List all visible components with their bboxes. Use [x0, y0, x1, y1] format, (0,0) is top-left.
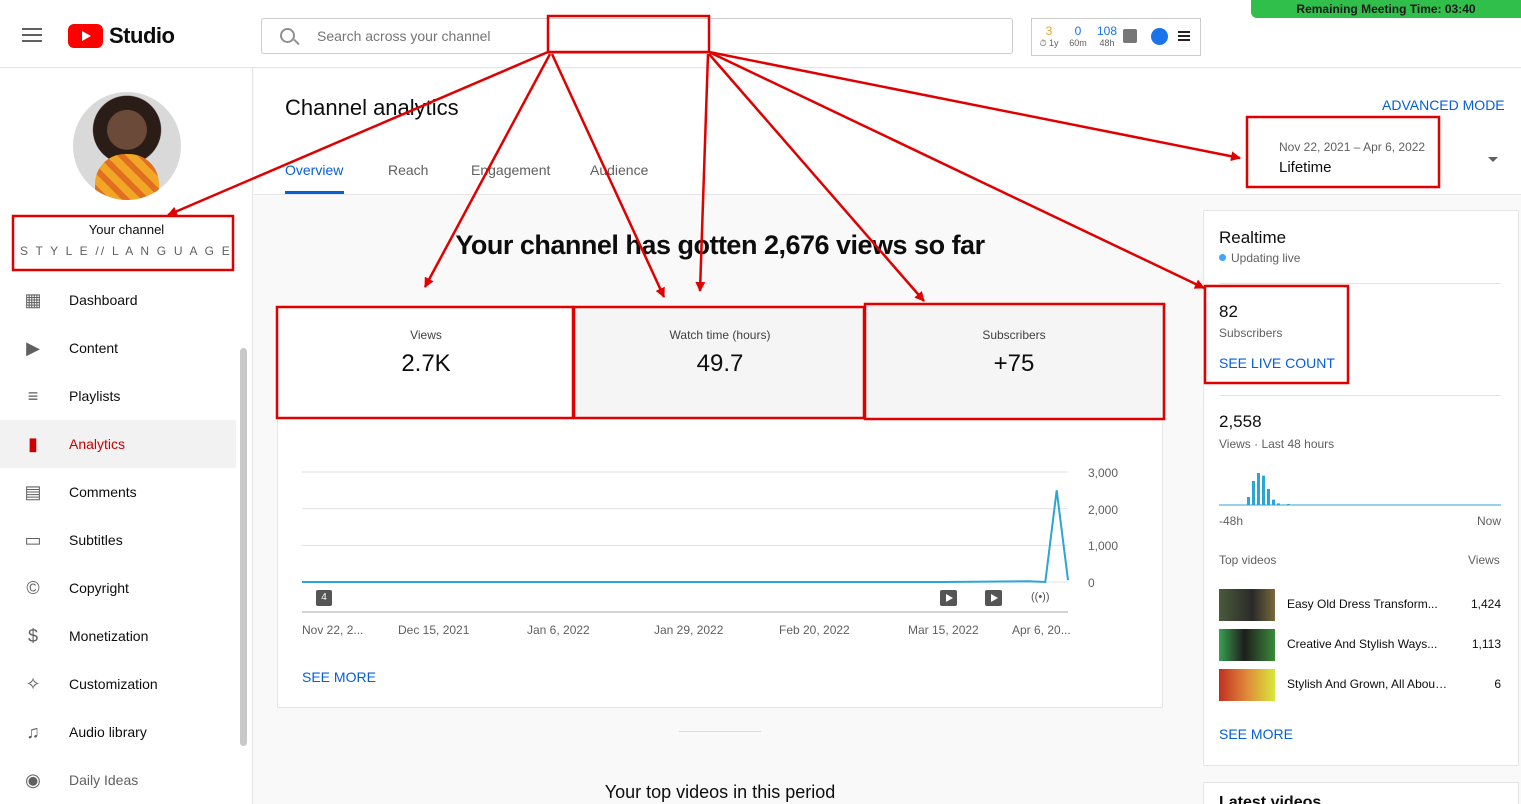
x-tick-label: Jan 6, 2022 [527, 623, 590, 637]
top-videos-heading: Your top videos in this period [604, 782, 836, 802]
list-item[interactable]: Easy Old Dress Transform... 1,424 [1219, 589, 1501, 621]
see-more-button[interactable]: SEE MORE [302, 669, 376, 685]
realtime-bar-chart[interactable] [1219, 462, 1501, 508]
list-item[interactable]: Stylish And Grown, All About ... 6 [1219, 669, 1501, 701]
y-tick-label: 3,000 [1088, 466, 1119, 480]
latest-videos-heading: Latest videos [1219, 794, 1322, 804]
views-series-line [302, 490, 1069, 584]
realtime-bar [1292, 504, 1295, 505]
views-column-label: Views [1468, 553, 1500, 567]
video-published-icon[interactable] [985, 590, 1002, 606]
realtime-status: Updating live [1231, 251, 1301, 265]
chart-event-badge[interactable]: 4 [316, 590, 332, 606]
realtime-bar [1257, 473, 1260, 505]
y-tick-label: 0 [1088, 576, 1095, 590]
realtime-bar [1262, 475, 1265, 505]
x-tick-label: Apr 6, 20... [1012, 623, 1071, 637]
list-item[interactable]: Creative And Stylish Ways... 1,113 [1219, 629, 1501, 661]
video-thumbnail [1219, 629, 1275, 661]
video-published-icon[interactable] [940, 590, 957, 606]
realtime-views-label: Views · Last 48 hours [1219, 437, 1335, 451]
realtime-bar [1267, 489, 1270, 505]
divider [1219, 395, 1501, 396]
realtime-views: 2,558 [1219, 412, 1262, 431]
realtime-bar [1252, 481, 1255, 505]
realtime-see-more-button[interactable]: SEE MORE [1219, 726, 1293, 742]
realtime-bar [1287, 503, 1290, 505]
video-thumbnail [1219, 589, 1275, 621]
x-tick-label: Jan 29, 2022 [654, 623, 724, 637]
realtime-subscribers: 82 [1219, 302, 1238, 321]
divider [1219, 283, 1501, 284]
divider [679, 731, 761, 732]
live-stream-icon[interactable]: ((•)) [1031, 591, 1050, 603]
realtime-subscribers-label: Subscribers [1219, 326, 1283, 340]
realtime-bar [1277, 503, 1280, 505]
realtime-axis-start: -48h [1219, 514, 1244, 528]
see-live-count-button[interactable]: SEE LIVE COUNT [1219, 355, 1335, 371]
x-tick-label: Feb 20, 2022 [779, 623, 850, 637]
x-tick-label: Mar 15, 2022 [908, 623, 979, 637]
realtime-bar [1272, 499, 1275, 505]
x-tick-label: Dec 15, 2021 [398, 623, 470, 637]
y-tick-label: 1,000 [1088, 539, 1119, 553]
realtime-bar [1282, 504, 1285, 505]
video-thumbnail [1219, 669, 1275, 701]
live-dot-icon [1219, 254, 1226, 261]
top-videos-label: Top videos [1219, 553, 1277, 567]
realtime-axis-end: Now [1477, 514, 1502, 528]
realtime-title: Realtime [1219, 228, 1287, 247]
realtime-bar [1247, 497, 1250, 505]
x-tick-label: Nov 22, 2... [302, 623, 364, 637]
y-tick-label: 2,000 [1088, 503, 1119, 517]
